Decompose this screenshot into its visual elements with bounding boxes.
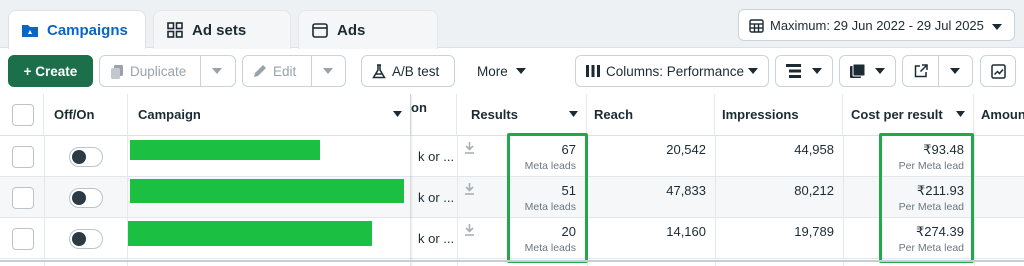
row-checkbox[interactable] xyxy=(12,146,34,168)
delivery-status: k or ... xyxy=(418,231,455,246)
header-label: Amoun xyxy=(981,107,1024,122)
create-label: + Create xyxy=(23,63,78,79)
duplicate-label: Duplicate xyxy=(130,63,187,79)
chevron-down-icon[interactable] xyxy=(950,68,960,74)
ab-test-label: A/B test xyxy=(392,63,440,79)
header-results[interactable]: Results xyxy=(457,94,587,136)
columns-icon xyxy=(586,65,600,77)
charts-button[interactable] xyxy=(980,55,1016,87)
export-button[interactable] xyxy=(902,55,973,87)
header-cost-per-result[interactable]: Cost per result xyxy=(843,94,974,136)
tab-ad-sets[interactable]: Ad sets xyxy=(153,10,291,49)
edit-label: Edit xyxy=(273,63,297,79)
tab-ads[interactable]: Ads xyxy=(298,10,438,49)
impressions-value: 80,212 xyxy=(794,183,834,198)
delivery-status: k or ... xyxy=(418,149,455,164)
campaign-toggle[interactable] xyxy=(69,229,103,249)
columns-button[interactable]: Columns: Performance xyxy=(575,55,769,87)
reach-value: 20,542 xyxy=(666,142,706,157)
chevron-down-icon xyxy=(748,68,758,74)
header-label: Reach xyxy=(594,107,634,122)
chevron-down-icon xyxy=(516,68,526,74)
reports-button[interactable] xyxy=(839,55,896,87)
header-label: Cost per result xyxy=(851,107,943,122)
chevron-down-icon xyxy=(992,18,1002,33)
header-campaign[interactable]: Campaign xyxy=(128,94,411,136)
campaigns-table: Off/On Campaign on Results Reach Impress… xyxy=(0,94,1024,266)
tab-label: Campaigns xyxy=(47,21,128,39)
download-icon xyxy=(464,142,475,154)
more-label: More xyxy=(477,63,508,79)
columns-label: Columns: Performance xyxy=(606,63,745,79)
header-amount-spent[interactable]: Amoun xyxy=(974,94,1024,136)
ab-test-button[interactable]: A/B test xyxy=(361,55,455,87)
chevron-down-icon[interactable] xyxy=(323,68,333,74)
export-icon xyxy=(914,64,928,78)
create-button[interactable]: + Create xyxy=(8,55,93,87)
header-label: Results xyxy=(471,107,518,122)
download-icon xyxy=(464,183,475,195)
row-checkbox[interactable] xyxy=(12,187,34,209)
select-all-checkbox[interactable] xyxy=(12,104,34,126)
header-label: Off/On xyxy=(54,107,95,122)
header-select-cell xyxy=(0,94,44,136)
campaign-toggle[interactable] xyxy=(69,147,103,167)
chevron-down-icon xyxy=(956,111,965,117)
date-range-label: Maximum: 29 Jun 2022 - 29 Jul 2025 xyxy=(770,17,984,33)
breakdown-icon xyxy=(786,64,801,78)
cost-highlight-box xyxy=(879,133,974,263)
chevron-down-icon xyxy=(569,111,578,117)
header-reach[interactable]: Reach xyxy=(587,94,715,136)
duplicate-button[interactable]: Duplicate xyxy=(99,55,236,87)
ad-window-icon xyxy=(311,22,329,38)
edit-button[interactable]: Edit xyxy=(242,55,346,87)
reach-value: 47,833 xyxy=(666,183,706,198)
report-icon xyxy=(850,64,865,78)
tab-label: Ads xyxy=(337,21,366,39)
line-chart-icon xyxy=(990,63,1006,79)
breakdown-button[interactable] xyxy=(775,55,833,87)
calendar-icon xyxy=(749,18,764,33)
campaign-toggle[interactable] xyxy=(69,188,103,208)
grid-icon xyxy=(166,22,184,38)
campaigns-folder-icon xyxy=(21,22,39,38)
results-highlight-box xyxy=(507,133,588,263)
tab-label: Ad sets xyxy=(192,21,247,39)
header-label: Campaign xyxy=(138,107,201,122)
frozen-column-shadow xyxy=(410,94,413,266)
chevron-down-icon xyxy=(812,68,822,74)
chevron-down-icon[interactable] xyxy=(212,68,222,74)
tab-campaigns[interactable]: Campaigns xyxy=(8,10,146,49)
more-button[interactable]: More xyxy=(466,55,540,87)
date-range-picker[interactable]: Maximum: 29 Jun 2022 - 29 Jul 2025 xyxy=(738,9,1015,41)
header-off-on: Off/On xyxy=(44,94,128,136)
flask-icon xyxy=(372,63,386,79)
toolbar: + Create Duplicate Edit A/B test More Co… xyxy=(0,53,1024,91)
reach-value: 14,160 xyxy=(666,224,706,239)
pencil-icon xyxy=(253,64,267,78)
header-label: Impressions xyxy=(722,107,799,122)
redacted-campaign-name xyxy=(128,221,372,246)
redacted-campaign-name xyxy=(130,179,404,203)
chevron-down-icon xyxy=(875,68,885,74)
row-checkbox[interactable] xyxy=(12,228,34,250)
top-bar: Campaigns Ad sets Ads Maximum: 29 Jun 20… xyxy=(0,0,1024,49)
redacted-campaign-name xyxy=(130,140,320,160)
delivery-status: k or ... xyxy=(418,190,455,205)
chevron-down-icon xyxy=(393,111,402,117)
duplicate-icon xyxy=(110,64,124,79)
impressions-value: 19,789 xyxy=(794,224,834,239)
download-icon xyxy=(464,224,475,236)
header-delivery[interactable]: on xyxy=(411,94,457,136)
impressions-value: 44,958 xyxy=(794,142,834,157)
header-impressions[interactable]: Impressions xyxy=(715,94,843,136)
header-label: on xyxy=(411,100,427,115)
